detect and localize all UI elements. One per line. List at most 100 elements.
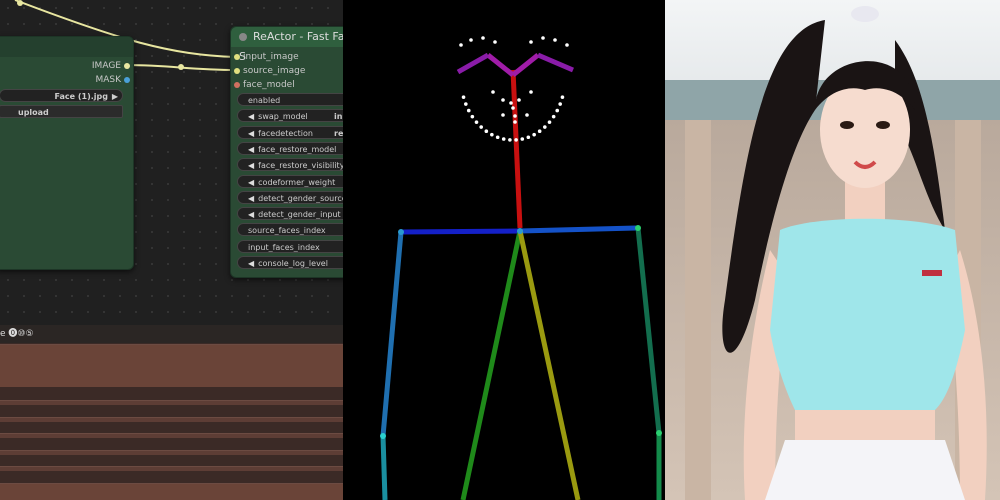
face-keypoint [501, 137, 506, 141]
face-keypoint [501, 113, 505, 117]
face-keypoint [464, 102, 468, 106]
reactor-node[interactable]: ReActor - Fast Face S input_image source… [230, 26, 343, 278]
widget-source-faces-index[interactable]: source_faces_index [237, 223, 343, 237]
face-keypoint [508, 138, 512, 142]
face-keypoint [459, 43, 463, 47]
face-keypoint [491, 90, 495, 94]
pose-face-right-ear [511, 53, 540, 77]
arrow-right-icon: ▶ [111, 92, 118, 101]
widget-facedetection[interactable]: ◀ facedetection re [237, 125, 343, 139]
arrow-left-icon[interactable]: ◀ [248, 129, 254, 138]
arrow-left-icon[interactable]: ◀ [248, 161, 254, 170]
widget-face-restore-model[interactable]: ◀ face_restore_model [237, 141, 343, 155]
node-collapse-icon[interactable] [239, 33, 247, 41]
face-keypoint [558, 102, 562, 106]
pose-arm-left-lower [380, 435, 388, 500]
bottom-row-5 [0, 450, 343, 455]
pose-joint [656, 430, 662, 436]
pose-face-right-eye [537, 52, 574, 73]
arrow-left-icon[interactable]: ◀ [248, 259, 254, 268]
widget-label: face_restore_model [258, 144, 337, 154]
face-keypoint [493, 40, 497, 44]
face-keypoint [560, 95, 565, 99]
arrow-left-icon[interactable]: ◀ [248, 145, 254, 154]
face-keypoint [547, 120, 552, 124]
bottom-row-2 [0, 400, 343, 405]
face-keypoint [513, 120, 517, 124]
widget-detect-gender-source[interactable]: ◀ detect_gender_source [237, 190, 343, 204]
widget-label: swap_model [258, 112, 308, 122]
load-image-node[interactable]: IMAGE MASK Face (1).jpg ▶ upload [0, 36, 134, 270]
pose-joint [517, 228, 523, 234]
wire-top-dot [17, 0, 23, 6]
face-keypoint [526, 135, 531, 140]
face-keypoint [514, 138, 518, 142]
face-keypoint [474, 120, 479, 124]
arrow-left-icon[interactable]: ◀ [248, 194, 254, 203]
face-keypoint [495, 135, 500, 140]
photo-figure [722, 6, 987, 500]
bottom-toolbar-text: e ⓿⑩⑤ [0, 329, 34, 339]
face-keypoint [529, 90, 533, 94]
face-keypoint [490, 132, 494, 137]
output-mask[interactable]: MASK [95, 73, 121, 87]
input-image-label: input_image [243, 52, 299, 62]
widget-label: facedetection [258, 128, 313, 138]
face-model-label: face_model [243, 80, 295, 90]
pose-face-left-eye [456, 52, 490, 75]
arrow-left-icon[interactable]: ◀ [248, 178, 254, 187]
openpose-preview [343, 0, 665, 500]
widget-codeformer-weight[interactable]: ◀ codeformer_weight [237, 174, 343, 188]
widget-face-restore-visibility[interactable]: ◀ face_restore_visibility [237, 158, 343, 172]
input-image-socket[interactable] [234, 54, 240, 60]
widget-detect-gender-input[interactable]: ◀ detect_gender_input [237, 207, 343, 221]
source-image-label: source_image [243, 66, 306, 76]
output-mask-socket[interactable] [124, 77, 130, 83]
face-keypoint [553, 38, 557, 42]
face-model-socket[interactable] [234, 82, 240, 88]
pose-face-left-ear [486, 53, 515, 77]
bottom-toolbar[interactable]: e ⓿⑩⑤ [0, 325, 343, 343]
openpose-skeleton [380, 36, 662, 500]
face-keypoint [517, 98, 521, 102]
face-keypoint [532, 132, 536, 137]
arrow-left-icon[interactable]: ◀ [248, 210, 254, 219]
pose-neck-line [510, 69, 523, 229]
face-keypoint [555, 108, 560, 113]
generated-photo [665, 0, 1000, 500]
face-keypoint [543, 125, 547, 129]
face-model-row: face_model [243, 78, 295, 92]
load-image-node-header[interactable] [0, 37, 133, 57]
face-keypoint [529, 40, 533, 44]
source-image-socket[interactable] [234, 68, 240, 74]
face-keypoint [520, 137, 525, 141]
pose-arm-left-upper [380, 231, 404, 437]
node-editor-canvas[interactable]: IMAGE MASK Face (1).jpg ▶ upload ReActor… [0, 0, 343, 500]
pose-joint [635, 225, 641, 231]
face-keypoint [513, 114, 517, 118]
image-select-widget[interactable]: Face (1).jpg ▶ [0, 89, 123, 102]
face-keypoint [565, 43, 569, 47]
reactor-node-header[interactable]: ReActor - Fast Face S [231, 27, 343, 63]
widget-label: console_log_level [258, 259, 328, 268]
bottom-row-7 [0, 483, 343, 500]
pose-shoulder-right [519, 225, 639, 234]
wire-reroute-dot [178, 64, 184, 70]
output-image-socket[interactable] [124, 63, 130, 69]
pose-arm-right-upper [635, 227, 662, 434]
bottom-row-3 [0, 417, 343, 422]
widget-enabled[interactable]: enabled [237, 93, 343, 106]
pose-leg-left [460, 230, 523, 500]
widget-value: re [334, 128, 343, 138]
widget-label: detect_gender_source [258, 193, 343, 203]
widget-swap-model[interactable]: ◀ swap_model ins [237, 109, 343, 123]
source-image-row: source_image [243, 64, 305, 78]
arrow-left-icon[interactable]: ◀ [248, 112, 254, 121]
face-keypoint [466, 108, 471, 113]
upload-button[interactable]: upload [0, 105, 123, 118]
widget-input-faces-index[interactable]: input_faces_index [237, 239, 343, 253]
widget-console-log-level[interactable]: ◀ console_log_level [237, 256, 343, 269]
output-image[interactable]: IMAGE [92, 59, 121, 73]
face-keypoint [551, 114, 556, 119]
face-keypoint [511, 106, 515, 110]
